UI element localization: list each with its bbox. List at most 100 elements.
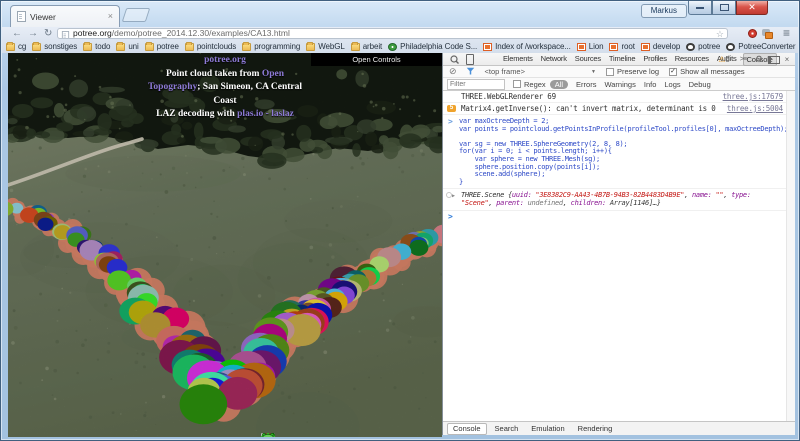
console-prompt[interactable]: > — [443, 211, 795, 221]
bookmark-item[interactable]: PotreeConverter — [726, 42, 795, 51]
url-domain: potree.org — [73, 28, 112, 38]
bookmark-item[interactable]: potree — [145, 42, 179, 51]
console-info-message: THREE.WebGLRenderer 69 three.js:17679 — [443, 91, 795, 103]
console-scrollbar[interactable] — [786, 91, 795, 421]
devtools-close-icon[interactable]: × — [782, 53, 792, 66]
console-result-message: ▶ THREE.Scene {uuid: "3E8382C9-AA43-4B7B… — [443, 189, 795, 211]
inspect-element-icon[interactable] — [449, 53, 460, 66]
filter-level-logs[interactable]: Logs — [664, 80, 680, 89]
dock-side-icon[interactable] — [768, 53, 780, 66]
open-topography-link[interactable]: Topography — [148, 82, 197, 92]
profile-name-button[interactable]: Markus — [641, 4, 687, 18]
tab-resources[interactable]: Resources — [673, 53, 711, 66]
maximize-button[interactable] — [712, 1, 736, 15]
preserve-log-checkbox[interactable] — [606, 68, 614, 76]
page-icon — [62, 31, 69, 39]
nav-toolbar: ← → ↻ potree.org/demo/potree_2014.12.30/… — [2, 27, 798, 40]
source-link[interactable]: three.js:17679 — [723, 93, 783, 101]
folder-icon — [242, 43, 251, 51]
potree-link[interactable]: potree.org — [204, 55, 246, 65]
bookmark-item[interactable]: Philadelphia Code S... — [388, 42, 477, 51]
browser-window: Viewer × Markus ✕ ← → ↻ potree.org/demo/… — [0, 0, 800, 441]
bookmark-item[interactable]: potree — [686, 42, 720, 51]
drawer-tab-console[interactable]: Console — [447, 423, 487, 435]
filter-level-warnings[interactable]: Warnings — [604, 80, 635, 89]
filter-level-info[interactable]: Info — [644, 80, 657, 89]
drawer-tab-search[interactable]: Search — [490, 424, 524, 434]
clear-console-icon[interactable]: ⊘ — [449, 66, 457, 77]
titlebar: Viewer × Markus ✕ — [1, 1, 799, 27]
bookmark-item[interactable]: todo — [83, 42, 110, 51]
tab-close-icon[interactable]: × — [108, 12, 113, 21]
bookmark-item[interactable]: WebGL — [306, 42, 344, 51]
devtools-panel: Elements Network Sources Timeline Profil… — [442, 53, 795, 435]
tab-profiles[interactable]: Profiles — [641, 53, 668, 66]
drawer-tab-emulation[interactable]: Emulation — [526, 424, 569, 434]
console-drawer-icon[interactable]: >≡ — [737, 53, 749, 66]
source-link[interactable]: three.js:5004 — [727, 105, 783, 113]
address-bar[interactable]: potree.org/demo/potree_2014.12.30/exampl… — [57, 28, 728, 39]
point-cloud-viewport[interactable]: potree.org Point cloud taken from Open T… — [8, 53, 442, 437]
open-controls-button[interactable]: Open Controls — [311, 53, 442, 66]
regex-checkbox[interactable] — [513, 80, 521, 88]
bookmark-item[interactable]: Index of /workspace... — [483, 42, 571, 51]
close-button[interactable]: ✕ — [736, 1, 768, 15]
device-mode-icon[interactable] — [466, 53, 474, 66]
extension-icon-red[interactable] — [748, 29, 757, 38]
tab-sources[interactable]: Sources — [573, 53, 603, 66]
bookmark-item[interactable]: pointclouds — [185, 42, 236, 51]
filter-level-debug[interactable]: Debug — [689, 80, 711, 89]
new-tab-button[interactable] — [122, 8, 151, 22]
filter-input[interactable] — [447, 79, 505, 90]
minimize-button[interactable] — [688, 1, 712, 15]
bookmark-item[interactable]: root — [609, 42, 634, 51]
plasio-link[interactable]: plas.io - laslaz — [237, 109, 294, 119]
preserve-log-label: Preserve log — [617, 67, 659, 76]
filter-level-errors[interactable]: Errors — [576, 80, 596, 89]
forward-button[interactable]: → — [28, 27, 38, 40]
bookmark-item[interactable]: programming — [242, 42, 300, 51]
settings-gear-icon[interactable]: ⚙ — [753, 53, 765, 66]
clip-volume-icon[interactable] — [260, 432, 276, 437]
drawer-tab-rendering[interactable]: Rendering — [573, 424, 618, 434]
folder-icon — [185, 43, 194, 51]
filter-funnel-icon[interactable] — [466, 67, 475, 76]
tab-timeline[interactable]: Timeline — [607, 53, 637, 66]
show-all-messages-checkbox[interactable] — [669, 68, 677, 76]
open-topography-link[interactable]: Open — [262, 69, 284, 79]
warning-count-badge[interactable]: ⚠5 — [715, 53, 733, 66]
console-filter-row: Regex All Errors Warnings Info Logs Debu… — [443, 78, 795, 91]
back-button[interactable]: ← — [12, 27, 22, 40]
repeat-count-badge: 5 — [447, 105, 456, 112]
browser-tab[interactable]: Viewer × — [10, 5, 120, 27]
devtools-drawer-tabs: Console Search Emulation Rendering — [443, 421, 795, 435]
folder-icon — [6, 43, 15, 51]
bookmark-item[interactable]: arbeit — [351, 42, 382, 51]
tab-title: Viewer — [30, 12, 104, 22]
prompt-chevron-icon: > — [448, 212, 453, 221]
window-controls: ✕ — [688, 1, 768, 15]
console-log-area[interactable]: THREE.WebGLRenderer 69 three.js:17679 5 … — [443, 91, 795, 421]
site-icon — [577, 43, 586, 51]
bookmark-item[interactable]: sonstiges — [32, 42, 77, 51]
bookmark-item[interactable]: develop — [641, 42, 680, 51]
expand-triangle-icon[interactable]: ▶ — [452, 193, 455, 201]
filter-level-all[interactable]: All — [550, 80, 568, 89]
bookmark-item[interactable]: uni — [116, 42, 138, 51]
object-preview[interactable]: THREE.Scene {uuid: "3E8382C9-AA43-4B7B-9… — [461, 191, 751, 207]
url-path: /demo/potree_2014.12.30/examples/CA13.ht… — [112, 28, 290, 38]
site-icon — [609, 43, 618, 51]
folder-icon — [351, 43, 360, 51]
reload-button[interactable]: ↻ — [44, 27, 52, 40]
tab-elements[interactable]: Elements — [501, 53, 535, 66]
chrome-menu-icon[interactable]: ≡ — [783, 26, 790, 40]
bookmark-item[interactable]: cg — [6, 42, 26, 51]
frame-selector-caret-icon[interactable]: ▼ — [591, 69, 596, 75]
tab-network[interactable]: Network — [539, 53, 569, 66]
folder-icon — [116, 43, 125, 51]
bookmark-star-icon[interactable]: ☆ — [716, 29, 724, 39]
frame-selector[interactable]: <top frame> — [485, 67, 525, 76]
site-icon — [483, 43, 492, 51]
bookmark-item[interactable]: Lion — [577, 42, 604, 51]
extension-icon-badged[interactable] — [762, 29, 772, 38]
